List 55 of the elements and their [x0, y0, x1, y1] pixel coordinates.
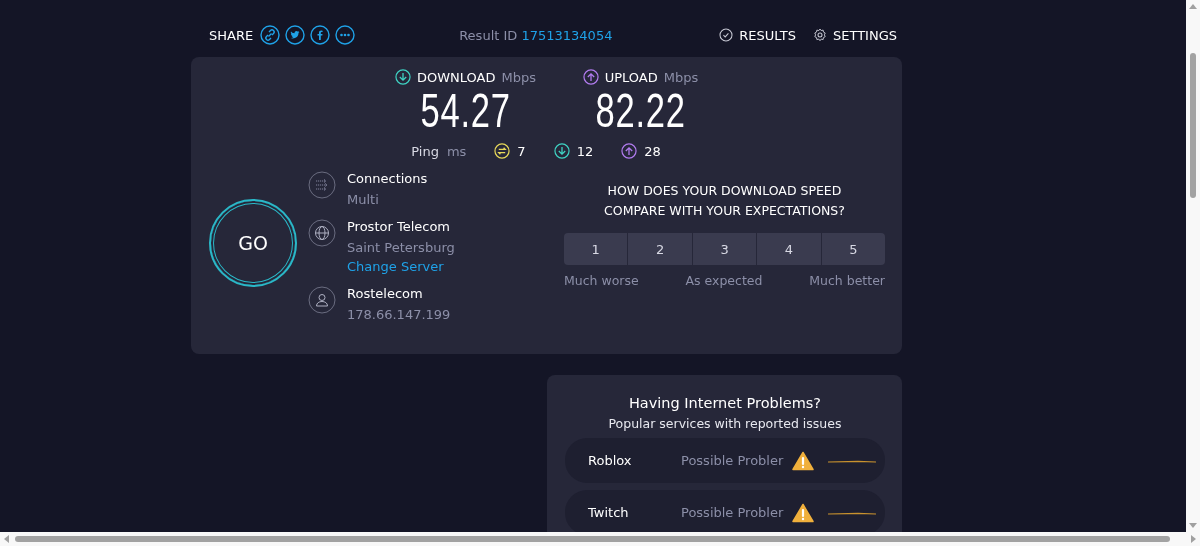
warning-icon — [792, 502, 814, 523]
info-detail: 178.66.147.199 — [347, 307, 451, 322]
go-button[interactable]: GO — [209, 199, 297, 287]
settings-button[interactable]: SETTINGS — [812, 27, 897, 43]
info-detail: Multi — [347, 192, 380, 207]
problems-title: Having Internet Problems? — [628, 395, 822, 411]
rating-option[interactable]: 5 — [821, 233, 885, 265]
rating-option[interactable]: 1 — [564, 233, 628, 265]
link-icon[interactable] — [260, 25, 281, 45]
info-title: Connections — [347, 171, 428, 186]
service-row[interactable]: Roblox Possible Probler — [565, 438, 885, 483]
person-icon — [308, 286, 336, 314]
service-status: Possible Probler — [681, 453, 785, 468]
scale-label: Much worse — [564, 273, 639, 288]
horizontal-scrollbar[interactable] — [0, 532, 1200, 546]
service-name: Twitch — [588, 505, 630, 520]
scale-label: As expected — [685, 273, 763, 288]
service-row[interactable]: Twitch Possible Probler — [565, 490, 885, 532]
idle-ping-value: 7 — [517, 143, 526, 159]
info-title: Rostelecom — [347, 286, 424, 301]
upload-speed-value: 82.22 — [595, 85, 686, 137]
info-title: Prostor Telecom — [347, 219, 452, 234]
service-status: Possible Probler — [681, 505, 785, 520]
problems-subtitle: Popular services with reported issues — [608, 416, 842, 431]
results-button[interactable]: RESULTS — [718, 27, 796, 43]
change-server-link[interactable]: Change Server — [347, 259, 455, 274]
rating-option[interactable]: 3 — [692, 233, 757, 265]
upload-ping-value: 28 — [644, 143, 661, 159]
rating-option[interactable]: 4 — [757, 233, 821, 265]
check-circle-icon — [718, 27, 735, 43]
upload-label: UPLOAD — [604, 69, 658, 85]
service-name: Roblox — [588, 453, 633, 468]
unit-label: Mbps — [501, 69, 536, 85]
unit-label: Mbps — [663, 69, 699, 85]
download-ping-value: 12 — [576, 143, 594, 159]
result-id-text: Result ID 17513134054 — [459, 27, 613, 43]
scale-label: Much better — [809, 273, 885, 288]
settings-icon — [812, 27, 828, 43]
download-speed-value: 54.27 — [420, 85, 511, 137]
rating-option[interactable]: 2 — [628, 233, 692, 265]
more-icon[interactable] — [335, 25, 356, 45]
survey-question: HOW DOES YOUR DOWNLOAD SPEED COMPARE WITH YOUR EXPECTATIONS? — [603, 182, 846, 220]
vertical-scrollbar[interactable] — [1186, 0, 1200, 532]
bird-icon[interactable] — [285, 25, 306, 45]
result-id-link[interactable]: 17513134054 — [521, 27, 613, 43]
exchange-icon — [494, 143, 511, 159]
info-detail: Saint Petersburg — [347, 240, 455, 255]
ping-label: Ping — [411, 143, 439, 159]
share-label: SHARE — [209, 27, 254, 43]
globe-icon — [308, 219, 336, 247]
connections-icon — [308, 171, 336, 199]
warning-icon — [792, 450, 814, 471]
download-label: DOWNLOAD — [416, 69, 496, 85]
unit-label: ms — [446, 143, 467, 159]
facebook-icon[interactable] — [310, 25, 331, 45]
